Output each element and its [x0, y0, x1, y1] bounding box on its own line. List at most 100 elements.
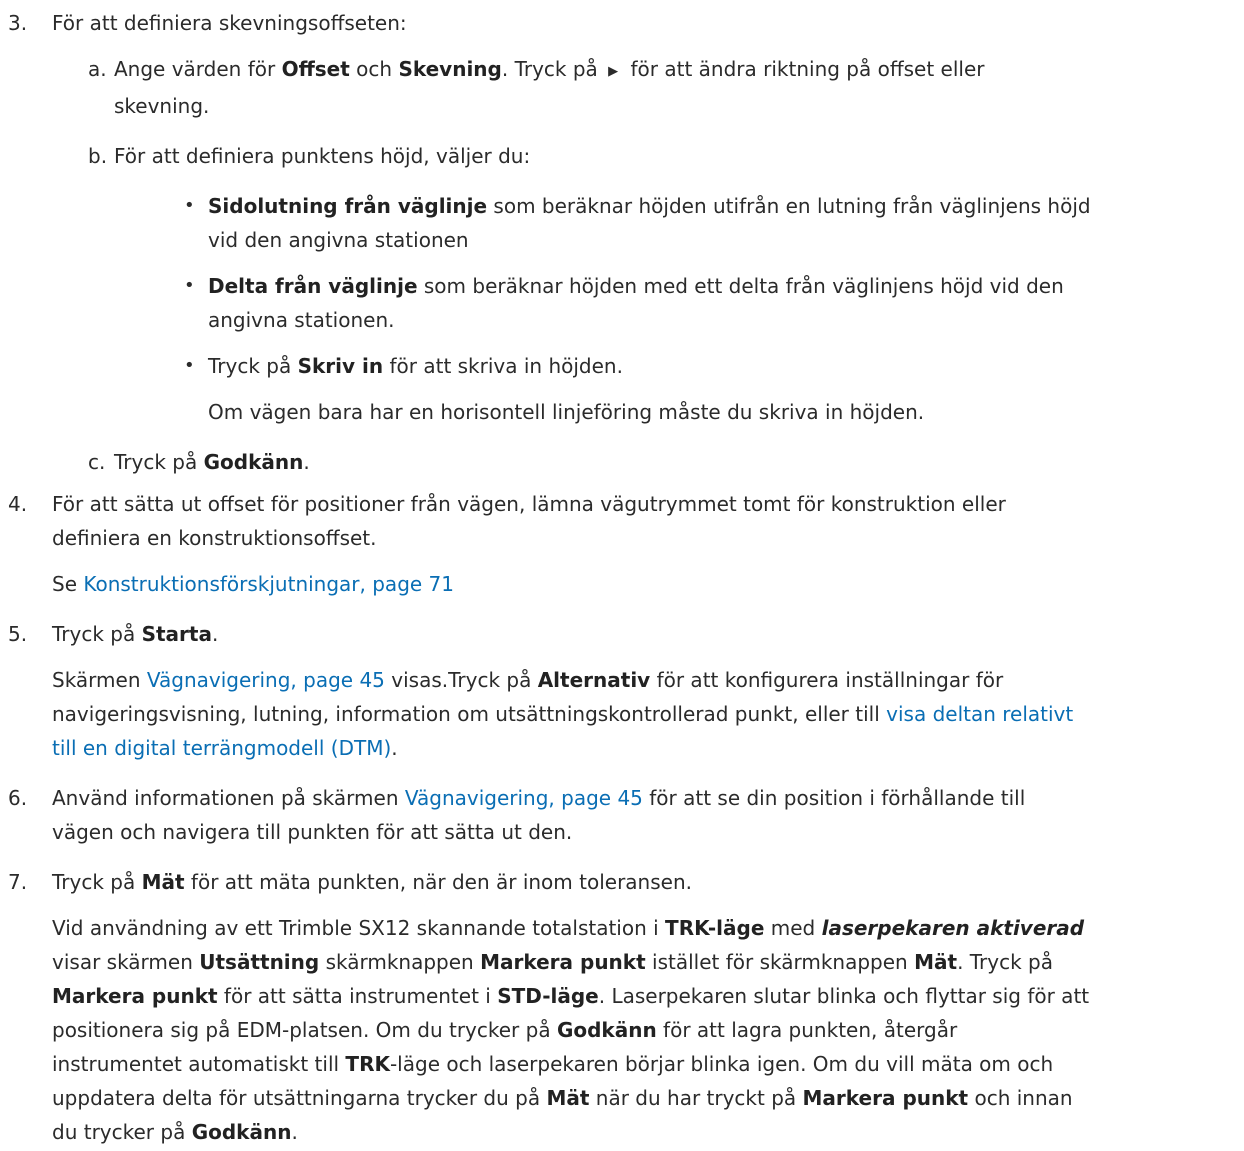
starta-term: Starta	[141, 622, 212, 646]
text-run: istället för skärmknappen	[645, 950, 915, 974]
bullet-icon: •	[184, 195, 195, 216]
mat-term: Mät	[141, 870, 185, 894]
text-run: Se	[52, 572, 84, 596]
step-text: För att sätta ut offset för positioner f…	[52, 487, 1224, 555]
substep-letter: b.	[88, 144, 108, 168]
text-run: För att sätta ut offset för positioner f…	[52, 492, 1006, 516]
bullet-item: • Sidolutning från väglinje som beräknar…	[8, 189, 1224, 257]
alternativ-term: Alternativ	[537, 668, 651, 692]
text-run: för att skriva in höjden.	[383, 354, 623, 378]
godkann-term: Godkänn	[191, 1120, 292, 1144]
text-run: navigeringsvisning, lutning, information…	[52, 702, 887, 726]
substep-text: Ange värden för Offset och Skevning. Try…	[114, 52, 1224, 123]
text-run: skärmknappen	[319, 950, 481, 974]
laserpekaren-term: laserpekaren aktiverad	[821, 916, 1085, 940]
text-run: .	[211, 622, 219, 646]
mat-term: Mät	[546, 1086, 590, 1110]
step-number: 3.	[8, 11, 28, 35]
substep-3a: a. Ange värden för Offset och Skevning. …	[8, 52, 1224, 123]
text-run: . Tryck på	[501, 57, 605, 81]
text-run: visas.Tryck på	[384, 668, 538, 692]
text-run: angivna stationen.	[208, 308, 395, 332]
vagnavigering-link[interactable]: Vägnavigering, page 45	[405, 786, 643, 810]
markera-term: Markera punkt	[802, 1086, 969, 1110]
markera-term: Markera punkt	[480, 950, 646, 974]
bullet-note: Om vägen bara har en horisontell linjefö…	[8, 395, 1224, 429]
step-5-para: Skärmen Vägnavigering, page 45 visas.Try…	[8, 663, 1224, 765]
bullet-text: Tryck på Skriv in för att skriva in höjd…	[208, 349, 1224, 383]
godkann-term: Godkänn	[203, 450, 304, 474]
step-text: För att definiera skevningsoffseten:	[52, 11, 407, 35]
trk-term: TRK-läge	[665, 916, 765, 940]
text-run: för att konfigurera inställningar för	[650, 668, 1004, 692]
skevning-term: Skevning	[398, 57, 502, 81]
step-7-para: Vid användning av ett Trimble SX12 skann…	[8, 911, 1224, 1149]
text-run: Skärmen	[52, 668, 147, 692]
step-text: Använd informationen på skärmen Vägnavig…	[52, 781, 1224, 849]
substep-3c: c. Tryck på Godkänn.	[8, 445, 1224, 479]
konstruktion-link[interactable]: Konstruktionsförskjutningar, page 71	[83, 572, 454, 596]
step-number: 6.	[8, 786, 28, 810]
mat-term: Mät	[914, 950, 958, 974]
text-run: vid den angivna stationen	[208, 228, 469, 252]
text-run: definiera en konstruktionsoffset.	[52, 526, 377, 550]
step-4-see: Se Konstruktionsförskjutningar, page 71	[8, 567, 1224, 601]
text-run: .	[391, 736, 398, 760]
text-run: vägen och navigera till punkten för att …	[52, 820, 573, 844]
markera-term: Markera punkt	[52, 984, 218, 1008]
text-run: instrumentet automatiskt till	[52, 1052, 346, 1076]
step-text: Tryck på Mät för att mäta punkten, när d…	[52, 865, 1224, 899]
bullet-icon: •	[184, 275, 195, 296]
see-text: Se Konstruktionsförskjutningar, page 71	[52, 567, 1224, 601]
bullet-text: Delta från väglinje som beräknar höjden …	[208, 269, 1224, 337]
text-run: Använd informationen på skärmen	[52, 786, 405, 810]
text-run: -läge och laserpekaren börjar blinka ige…	[389, 1052, 1054, 1076]
vagnavigering-link[interactable]: Vägnavigering, page 45	[147, 668, 385, 692]
link-text[interactable]: till en digital terrängmodell (DTM)	[52, 736, 391, 760]
link-text[interactable]: visa deltan relativt	[886, 702, 1073, 726]
text-run: Ange värden för	[114, 57, 282, 81]
step-number: 7.	[8, 870, 28, 894]
para-text: Vid användning av ett Trimble SX12 skann…	[52, 911, 1224, 1149]
step-number: 4.	[8, 492, 28, 516]
text-run: och	[349, 57, 399, 81]
text-run: Tryck på	[114, 450, 204, 474]
substep-text: Tryck på Godkänn.	[114, 445, 1224, 479]
option-term: Skriv in	[297, 354, 384, 378]
text-run: Vid användning av ett Trimble SX12 skann…	[52, 916, 666, 940]
text-run: när du har tryckt på	[589, 1086, 803, 1110]
bullet-item: • Tryck på Skriv in för att skriva in hö…	[8, 349, 1224, 383]
text-run: med	[764, 916, 822, 940]
offset-term: Offset	[281, 57, 350, 81]
play-triangle-icon: ▶	[608, 64, 619, 79]
text-run: för att mäta punkten, när den är inom to…	[184, 870, 692, 894]
text-run: som beräknar höjden utifrån en lutning f…	[487, 194, 1091, 218]
text-run: Tryck på	[52, 870, 142, 894]
text-run: och innan	[968, 1086, 1073, 1110]
text-run: .	[303, 450, 310, 474]
note-text: Om vägen bara har en horisontell linjefö…	[208, 400, 925, 424]
text-run: positionera sig på EDM-platsen. Om du tr…	[52, 1018, 557, 1042]
std-term: STD-läge	[497, 984, 599, 1008]
step-7: 7. Tryck på Mät för att mäta punkten, nä…	[8, 865, 1224, 899]
bullet-icon: •	[184, 355, 195, 376]
text-run: för att ändra riktning på offset eller	[624, 57, 985, 81]
text-run: .	[291, 1120, 298, 1144]
bullet-item: • Delta från väglinje som beräknar höjde…	[8, 269, 1224, 337]
text-run: . Tryck på	[957, 950, 1053, 974]
trk-term: TRK	[345, 1052, 390, 1076]
text-run: som beräknar höjden med ett delta från v…	[417, 274, 1064, 298]
substep-letter: a.	[88, 57, 107, 81]
substep-letter: c.	[88, 450, 106, 474]
text-run: skevning.	[114, 94, 210, 118]
step-6: 6. Använd informationen på skärmen Vägna…	[8, 781, 1224, 849]
step-3: 3. För att definiera skevningsoffseten:	[8, 6, 1224, 40]
step-text: Tryck på Starta.	[52, 617, 1224, 651]
text-run: Tryck på	[208, 354, 298, 378]
text-run: för att sätta instrumentet i	[217, 984, 498, 1008]
text-run: visar skärmen	[52, 950, 200, 974]
text-run: för att se din position i förhållande ti…	[642, 786, 1026, 810]
text-run: du trycker på	[52, 1120, 192, 1144]
text-run: . Laserpekaren slutar blinka och flyttar…	[598, 984, 1090, 1008]
option-term: Sidolutning från väglinje	[208, 194, 488, 218]
